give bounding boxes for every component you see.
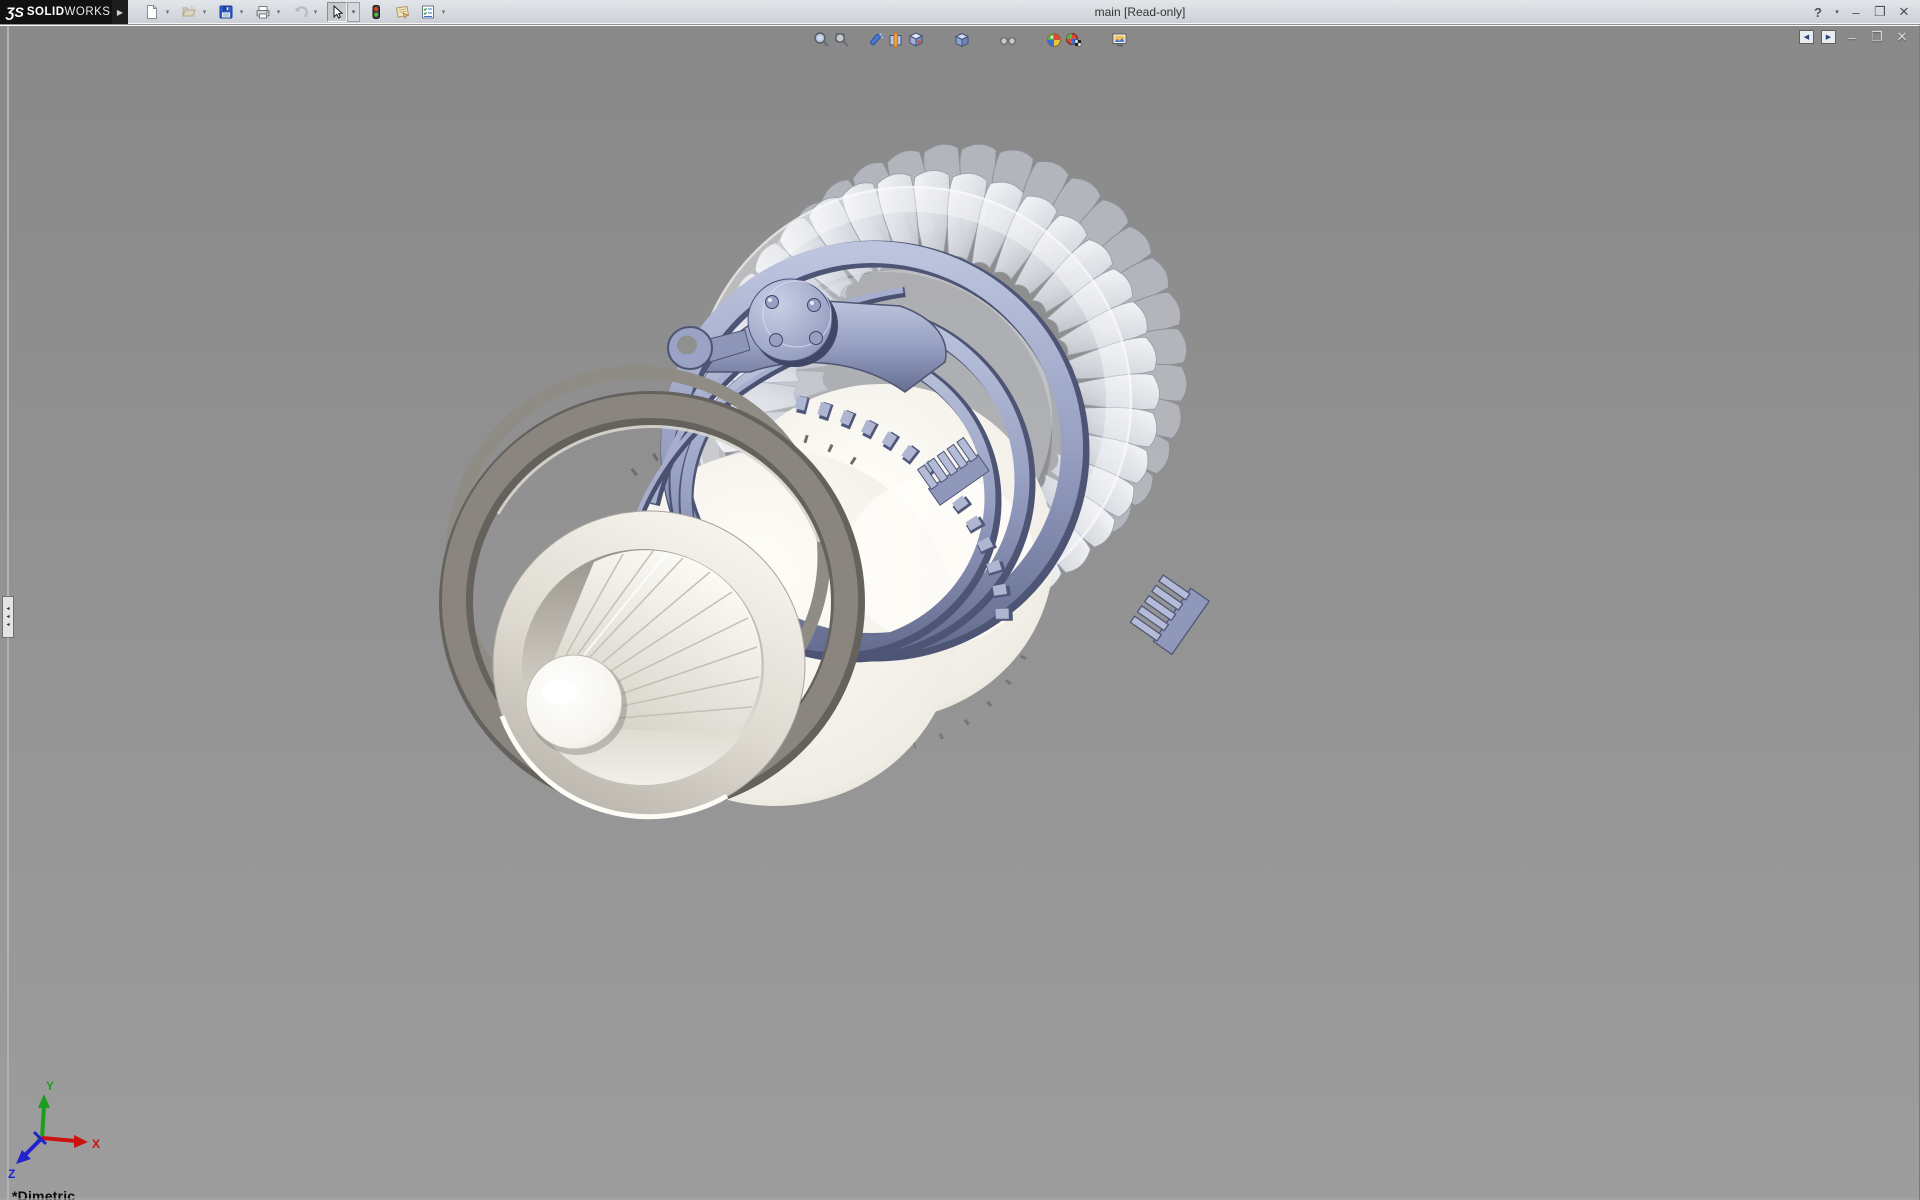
- stator-slot-ticks: [633, 431, 1024, 746]
- save-button[interactable]: [216, 2, 236, 22]
- doc-close-button[interactable]: ✕: [1893, 29, 1911, 45]
- doc-minimize-button[interactable]: –: [1843, 30, 1861, 45]
- mount-bracket-assembly: [668, 279, 946, 392]
- eyeglasses-icon: [999, 31, 1017, 49]
- bypass-duct-ring: [452, 372, 848, 796]
- apply-scene-icon: [1065, 31, 1083, 49]
- finned-bracket: [916, 436, 1209, 654]
- rebuild-traffic-light-icon: [368, 4, 384, 20]
- hide-show-items-button[interactable]: [998, 30, 1018, 50]
- cone-flutes: [566, 551, 759, 718]
- triad-z-label: Z: [8, 1167, 15, 1181]
- triad-x-label: X: [92, 1137, 100, 1151]
- print-button[interactable]: [253, 2, 273, 22]
- triad-y-label: Y: [46, 1079, 54, 1093]
- minimize-button[interactable]: –: [1846, 2, 1866, 22]
- document-title: main [Read-only]: [1095, 0, 1186, 24]
- help-button[interactable]: ?: [1808, 2, 1828, 22]
- panel-toggle-right-button[interactable]: ▶: [1821, 30, 1836, 44]
- fan-blade-ring: [710, 170, 1160, 620]
- zoom-to-area-button[interactable]: [832, 30, 852, 50]
- casing-rings: [626, 252, 1076, 653]
- new-document-icon: [144, 4, 160, 20]
- open-folder-icon: [181, 4, 197, 20]
- standard-toolbar: ▾ ▾ ▾: [136, 0, 449, 24]
- previous-view-icon: [867, 31, 885, 49]
- new-document-dropdown[interactable]: ▾: [162, 2, 173, 22]
- zoom-to-fit-button[interactable]: [812, 30, 832, 50]
- save-floppy-icon: [218, 4, 234, 20]
- window-controls: ? ▾ – ❐ ✕: [1808, 0, 1914, 24]
- undo-dropdown[interactable]: ▾: [310, 2, 321, 22]
- previous-view-button[interactable]: [866, 30, 886, 50]
- display-style-icon: [953, 31, 971, 49]
- print-dropdown[interactable]: ▾: [273, 2, 284, 22]
- select-button[interactable]: [327, 2, 347, 22]
- engine-core-body: [593, 384, 1054, 806]
- restore-button[interactable]: ❐: [1870, 2, 1890, 22]
- select-dropdown[interactable]: ▾: [347, 2, 360, 22]
- orientation-triad: Y X Z: [4, 1076, 114, 1186]
- options-dropdown[interactable]: ▾: [438, 2, 449, 22]
- title-bar: ƷS SOLIDWORKS ▶ ▾ ▾: [0, 0, 1920, 24]
- view-orientation-icon: [907, 31, 925, 49]
- zoom-to-fit-icon: [813, 31, 831, 49]
- file-properties-icon: [394, 4, 411, 20]
- headsup-view-toolbar: [812, 29, 1130, 51]
- file-properties-button[interactable]: [392, 2, 412, 22]
- save-dropdown[interactable]: ▾: [236, 2, 247, 22]
- view-orientation-button[interactable]: [906, 30, 926, 50]
- help-dropdown[interactable]: ▾: [1832, 2, 1842, 22]
- display-style-button[interactable]: [952, 30, 972, 50]
- section-view-button[interactable]: [886, 30, 906, 50]
- clip-chain: [796, 402, 1004, 634]
- view-settings-icon: [1111, 31, 1129, 49]
- feature-manager-grabber[interactable]: ◂ ◂ ◂: [2, 596, 14, 638]
- view-settings-button[interactable]: [1110, 30, 1130, 50]
- rear-fan-blade-ring: [725, 124, 1206, 542]
- jet-engine-model: [0, 25, 1920, 1200]
- undo-arrow-icon: [292, 4, 308, 20]
- exhaust-nozzle: [493, 511, 805, 817]
- open-dropdown[interactable]: ▾: [199, 2, 210, 22]
- edit-appearance-button[interactable]: [1044, 30, 1064, 50]
- panel-toggle-left-button[interactable]: ◀: [1799, 30, 1814, 44]
- zoom-to-area-icon: [833, 31, 851, 49]
- new-document-button[interactable]: [142, 2, 162, 22]
- apply-scene-button[interactable]: [1064, 30, 1084, 50]
- undo-button[interactable]: [290, 2, 310, 22]
- options-checklist-icon: [420, 4, 436, 20]
- open-button[interactable]: [179, 2, 199, 22]
- options-button[interactable]: [418, 2, 438, 22]
- menu-expand-button[interactable]: ▶: [112, 0, 128, 24]
- solidworks-logo-glyph: ƷS: [6, 4, 24, 20]
- fan-shroud: [693, 187, 1131, 617]
- section-view-icon: [887, 31, 905, 49]
- solidworks-logo: ƷS SOLIDWORKS: [0, 0, 112, 24]
- select-cursor-icon: [329, 4, 345, 20]
- graphics-viewport[interactable]: ◀ ▶ – ❐ ✕ ◂ ◂ ◂ Y X Z *Dimetric: [0, 25, 1920, 1200]
- doc-restore-button[interactable]: ❐: [1868, 29, 1886, 45]
- rebuild-button[interactable]: [366, 2, 386, 22]
- printer-icon: [255, 4, 271, 20]
- appearance-sphere-icon: [1045, 31, 1063, 49]
- close-button[interactable]: ✕: [1894, 2, 1914, 22]
- document-window-controls: ◀ ▶ – ❐ ✕: [1799, 29, 1911, 45]
